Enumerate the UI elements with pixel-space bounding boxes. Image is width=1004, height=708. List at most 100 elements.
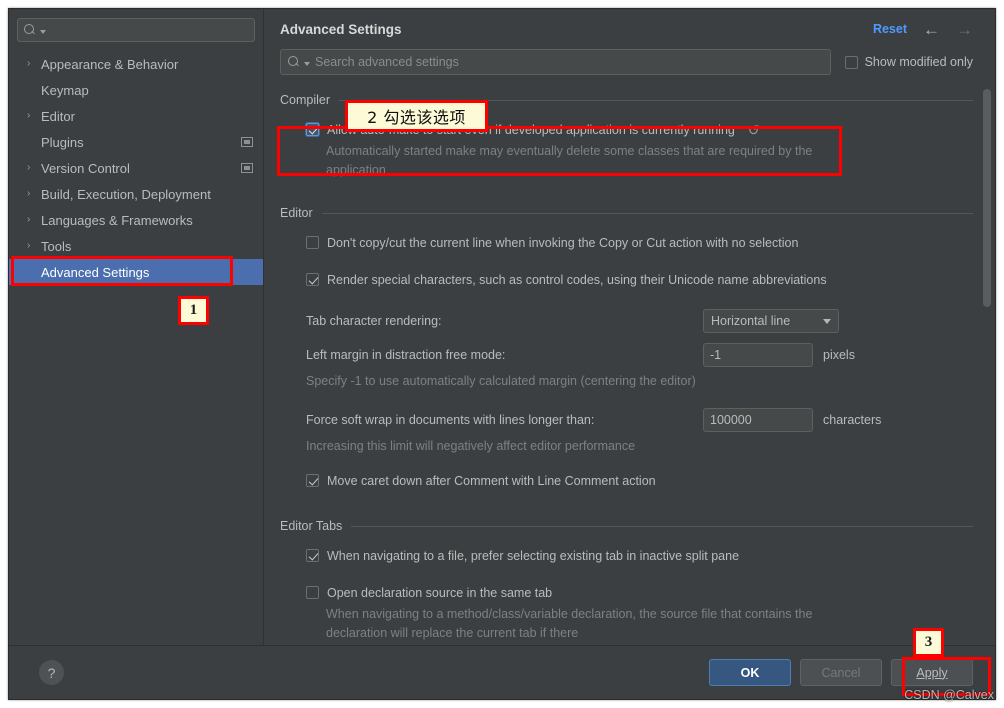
sidebar-item-editor[interactable]: › Editor <box>9 103 263 129</box>
tab-character-rendering-value: Horizontal line <box>711 314 791 328</box>
option-description: Automatically started make may eventuall… <box>326 144 813 177</box>
search-icon <box>24 23 39 37</box>
group-divider <box>321 212 973 214</box>
sidebar-item-label: Keymap <box>41 82 89 98</box>
page-title: Advanced Settings <box>280 21 402 37</box>
settings-scroll-area[interactable]: Compiler Allow auto-make to start even i… <box>264 89 995 645</box>
sidebar-item-label: Advanced Settings <box>41 264 150 280</box>
advanced-search-row: Show modified only <box>264 49 995 75</box>
sidebar-item-version-control[interactable]: › Version Control <box>9 155 263 181</box>
chevron-right-icon[interactable]: › <box>27 59 41 69</box>
ok-button[interactable]: OK <box>709 659 791 686</box>
option-description: Increasing this limit will negatively af… <box>306 439 636 453</box>
reset-link[interactable]: Reset <box>873 22 907 36</box>
advanced-search-box[interactable] <box>280 49 831 75</box>
option-dont-copy-cut-current-line[interactable]: Don't copy/cut the current line when inv… <box>280 230 973 255</box>
group-editor-tabs: Editor Tabs When navigating to a file, p… <box>280 515 973 643</box>
move-caret-down-checkbox[interactable] <box>306 474 319 487</box>
option-label: Tab character rendering: <box>306 314 442 328</box>
option-open-declaration-same-tab[interactable]: Open declaration source in the same tab <box>280 580 973 605</box>
sidebar-item-label: Languages & Frameworks <box>41 212 193 228</box>
option-label: When navigating to a file, prefer select… <box>327 548 740 563</box>
open-declaration-same-tab-checkbox[interactable] <box>306 586 319 599</box>
rollback-icon[interactable]: ↺ <box>748 123 760 137</box>
option-label: Render special characters, such as contr… <box>327 272 827 287</box>
annotation-badge-1: 1 <box>178 296 209 325</box>
force-soft-wrap-input[interactable] <box>703 408 813 432</box>
chevron-right-icon[interactable]: › <box>27 189 41 199</box>
option-force-soft-wrap: Force soft wrap in documents with lines … <box>280 403 973 437</box>
group-header: Editor Tabs <box>280 515 973 537</box>
option-render-special-characters[interactable]: Render special characters, such as contr… <box>280 267 973 292</box>
search-advanced-settings-input[interactable] <box>310 55 823 69</box>
option-move-caret-down-after-comment[interactable]: Move caret down after Comment with Line … <box>280 468 973 493</box>
sidebar-item-advanced-settings[interactable]: Advanced Settings <box>9 259 263 285</box>
scrollbar-thumb[interactable] <box>983 89 991 307</box>
chevron-right-icon[interactable]: › <box>27 111 41 121</box>
option-prefer-existing-tab-inactive-split[interactable]: When navigating to a file, prefer select… <box>280 543 973 568</box>
sidebar-item-plugins[interactable]: Plugins <box>9 129 263 155</box>
group-title: Editor <box>280 206 313 220</box>
sidebar-search-input[interactable] <box>46 23 248 37</box>
group-title: Editor Tabs <box>280 519 343 533</box>
option-description: When navigating to a method/class/variab… <box>326 607 813 640</box>
annotation-note-2: 2 勾选该选项 <box>345 100 488 132</box>
sidebar-item-label: Tools <box>41 238 72 254</box>
chevron-down-icon <box>823 318 831 324</box>
sidebar-item-label: Plugins <box>41 134 84 150</box>
sidebar-item-label: Build, Execution, Deployment <box>41 186 211 202</box>
allow-auto-make-checkbox[interactable] <box>306 123 319 136</box>
sidebar-search-wrap <box>9 9 263 48</box>
group-title: Compiler <box>280 93 331 107</box>
settings-tree: › Appearance & Behavior Keymap › Editor … <box>9 48 263 645</box>
left-margin-input[interactable] <box>703 343 813 367</box>
footer-buttons: OK Cancel Apply <box>709 659 973 686</box>
tab-character-rendering-select[interactable]: Horizontal line <box>703 309 839 333</box>
apply-button[interactable]: Apply <box>891 659 973 686</box>
option-label: Don't copy/cut the current line when inv… <box>327 235 799 250</box>
sidebar-search-box[interactable] <box>17 18 255 42</box>
sidebar-item-tools[interactable]: › Tools <box>9 233 263 259</box>
show-modified-only-row[interactable]: Show modified only <box>844 55 973 69</box>
sidebar-item-build-execution-deployment[interactable]: › Build, Execution, Deployment <box>9 181 263 207</box>
chevron-right-icon[interactable]: › <box>27 241 41 251</box>
content-scrollbar[interactable] <box>983 89 991 645</box>
group-header: Editor <box>280 202 973 224</box>
unit-label: characters <box>823 413 882 427</box>
chevron-right-icon[interactable]: › <box>27 163 41 173</box>
group-editor: Editor Don't copy/cut the current line w… <box>280 202 973 493</box>
forward-arrow-icon[interactable]: → <box>956 21 973 38</box>
option-label: Move caret down after Comment with Line … <box>327 473 656 488</box>
settings-sidebar: › Appearance & Behavior Keymap › Editor … <box>9 9 264 645</box>
sidebar-item-label: Version Control <box>41 160 130 176</box>
chevron-right-icon[interactable]: › <box>27 215 41 225</box>
option-tab-character-rendering: Tab character rendering: Horizontal line <box>280 304 973 338</box>
sidebar-item-appearance-behavior[interactable]: › Appearance & Behavior <box>9 51 263 77</box>
group-divider <box>351 525 973 527</box>
option-label: Force soft wrap in documents with lines … <box>306 413 595 427</box>
back-arrow-icon[interactable]: ← <box>923 21 940 38</box>
help-button[interactable]: ? <box>39 660 64 685</box>
option-left-margin-distraction-free: Left margin in distraction free mode: pi… <box>280 338 973 372</box>
show-modified-only-label: Show modified only <box>864 55 973 69</box>
sidebar-item-label: Appearance & Behavior <box>41 56 179 72</box>
content-header: Advanced Settings Reset ← → <box>264 9 995 49</box>
option-description: Specify -1 to use automatically calculat… <box>306 374 696 388</box>
search-icon <box>288 55 303 69</box>
watermark: CSDN @Calvex <box>904 688 994 702</box>
window-badge-icon <box>241 137 253 147</box>
dialog-body: › Appearance & Behavior Keymap › Editor … <box>9 9 995 645</box>
sidebar-item-keymap[interactable]: Keymap <box>9 77 263 103</box>
header-actions: Reset ← → <box>873 21 973 38</box>
prefer-existing-tab-checkbox[interactable] <box>306 549 319 562</box>
unit-label: pixels <box>823 348 855 362</box>
render-special-characters-checkbox[interactable] <box>306 273 319 286</box>
show-modified-only-checkbox[interactable] <box>844 55 858 69</box>
screen-root: › Appearance & Behavior Keymap › Editor … <box>0 0 1004 708</box>
settings-dialog: › Appearance & Behavior Keymap › Editor … <box>8 8 996 700</box>
window-badge-icon <box>241 163 253 173</box>
sidebar-item-languages-frameworks[interactable]: › Languages & Frameworks <box>9 207 263 233</box>
dont-copy-cut-checkbox[interactable] <box>306 236 319 249</box>
option-label: Open declaration source in the same tab <box>327 585 553 600</box>
cancel-button[interactable]: Cancel <box>800 659 882 686</box>
